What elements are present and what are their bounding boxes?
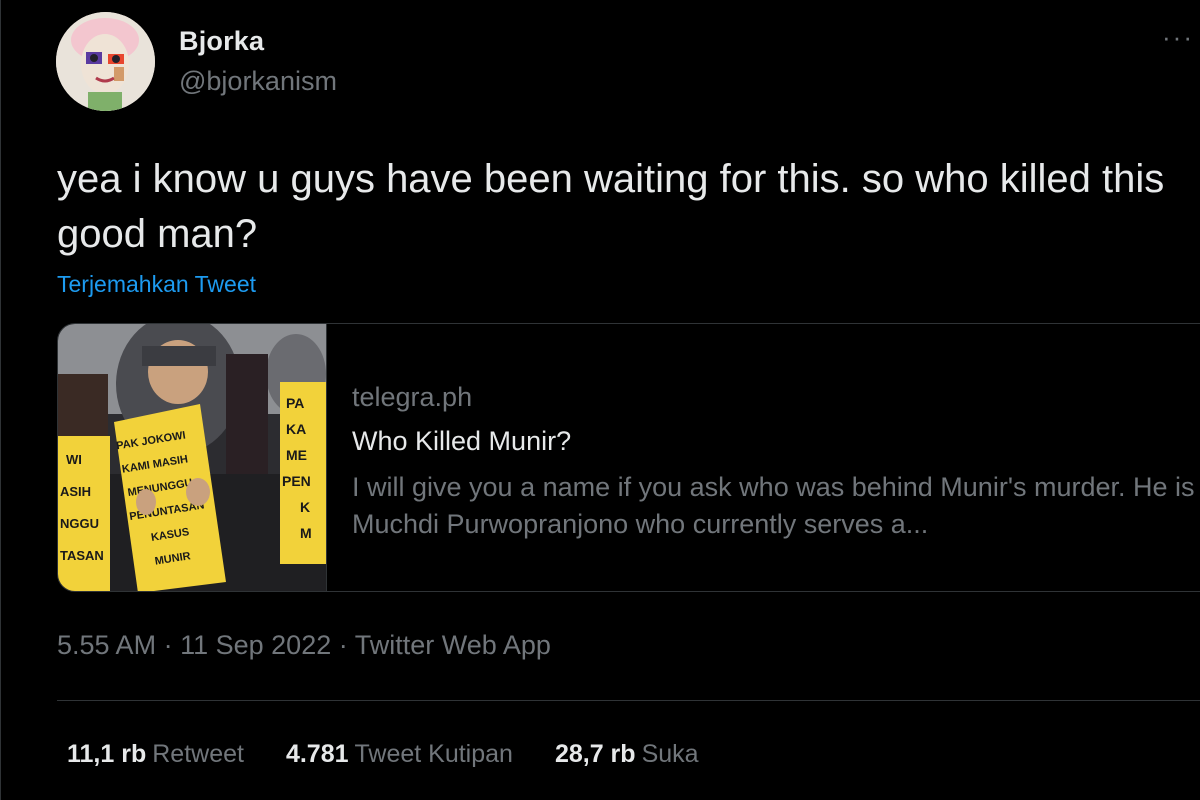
sign-left-line: NGGU: [60, 516, 99, 531]
author-handle[interactable]: @bjorkanism: [179, 66, 337, 97]
sign-right-line: K: [300, 499, 310, 515]
sign-right-line: PA: [286, 395, 304, 411]
sign-right-line: ME: [286, 447, 307, 463]
author-display-name[interactable]: Bjorka: [179, 26, 264, 57]
card-domain: telegra.ph: [352, 382, 473, 412]
sign-left-line: TASAN: [60, 548, 104, 563]
like-stat[interactable]: 28,7 rb Suka: [555, 740, 699, 769]
more-horizontal-icon[interactable]: ···: [1162, 24, 1194, 50]
sign-right-line: PEN: [282, 473, 311, 489]
tweet-metadata: 5.55 AM · 11 Sep 2022 · Twitter Web App: [57, 630, 551, 661]
quote-tweet-stat[interactable]: 4.781 Tweet Kutipan: [286, 740, 513, 769]
retweet-label: Retweet: [152, 740, 244, 768]
tweet-time[interactable]: 5.55 AM: [57, 630, 156, 660]
divider: [57, 700, 1200, 701]
tweet-detail: Bjorka @bjorkanism ··· yea i know u guys…: [0, 0, 1200, 800]
translate-tweet-link[interactable]: Terjemahkan Tweet: [57, 271, 256, 298]
engagement-stats: 11,1 rb Retweet 4.781 Tweet Kutipan 28,7 r…: [67, 740, 741, 769]
sign-right-line: KA: [286, 421, 306, 437]
sign-left-line: ASIH: [60, 484, 91, 499]
link-card[interactable]: WI ASIH NGGU TASAN PAK JOKOWI KAMI MASIH…: [57, 323, 1200, 592]
card-thumbnail: WI ASIH NGGU TASAN PAK JOKOWI KAMI MASIH…: [58, 324, 327, 591]
protest-photo: WI ASIH NGGU TASAN PAK JOKOWI KAMI MASIH…: [58, 324, 326, 591]
sign-left-line: WI: [66, 452, 82, 467]
like-label: Suka: [641, 740, 699, 768]
meta-separator: ·: [338, 630, 348, 660]
quote-tweet-label: Tweet Kutipan: [354, 740, 513, 768]
avatar[interactable]: [56, 12, 155, 111]
tweet-text: yea i know u guys have been waiting for …: [57, 157, 1165, 256]
tweet-source: Twitter Web App: [354, 630, 551, 660]
meta-separator: ·: [163, 630, 173, 660]
tweet-date[interactable]: 11 Sep 2022: [180, 630, 331, 660]
avatar-image: [56, 12, 155, 111]
quote-tweet-count: 4.781: [285, 740, 349, 768]
retweet-stat[interactable]: 11,1 rb Retweet: [67, 740, 244, 769]
sign-right-line: M: [300, 525, 312, 541]
like-count: 28,7 rb: [554, 740, 636, 768]
card-description: I will give you a name if you ask who wa…: [352, 472, 1195, 539]
retweet-count: 11,1 rb: [67, 740, 147, 768]
card-title: Who Killed Munir?: [352, 426, 572, 456]
